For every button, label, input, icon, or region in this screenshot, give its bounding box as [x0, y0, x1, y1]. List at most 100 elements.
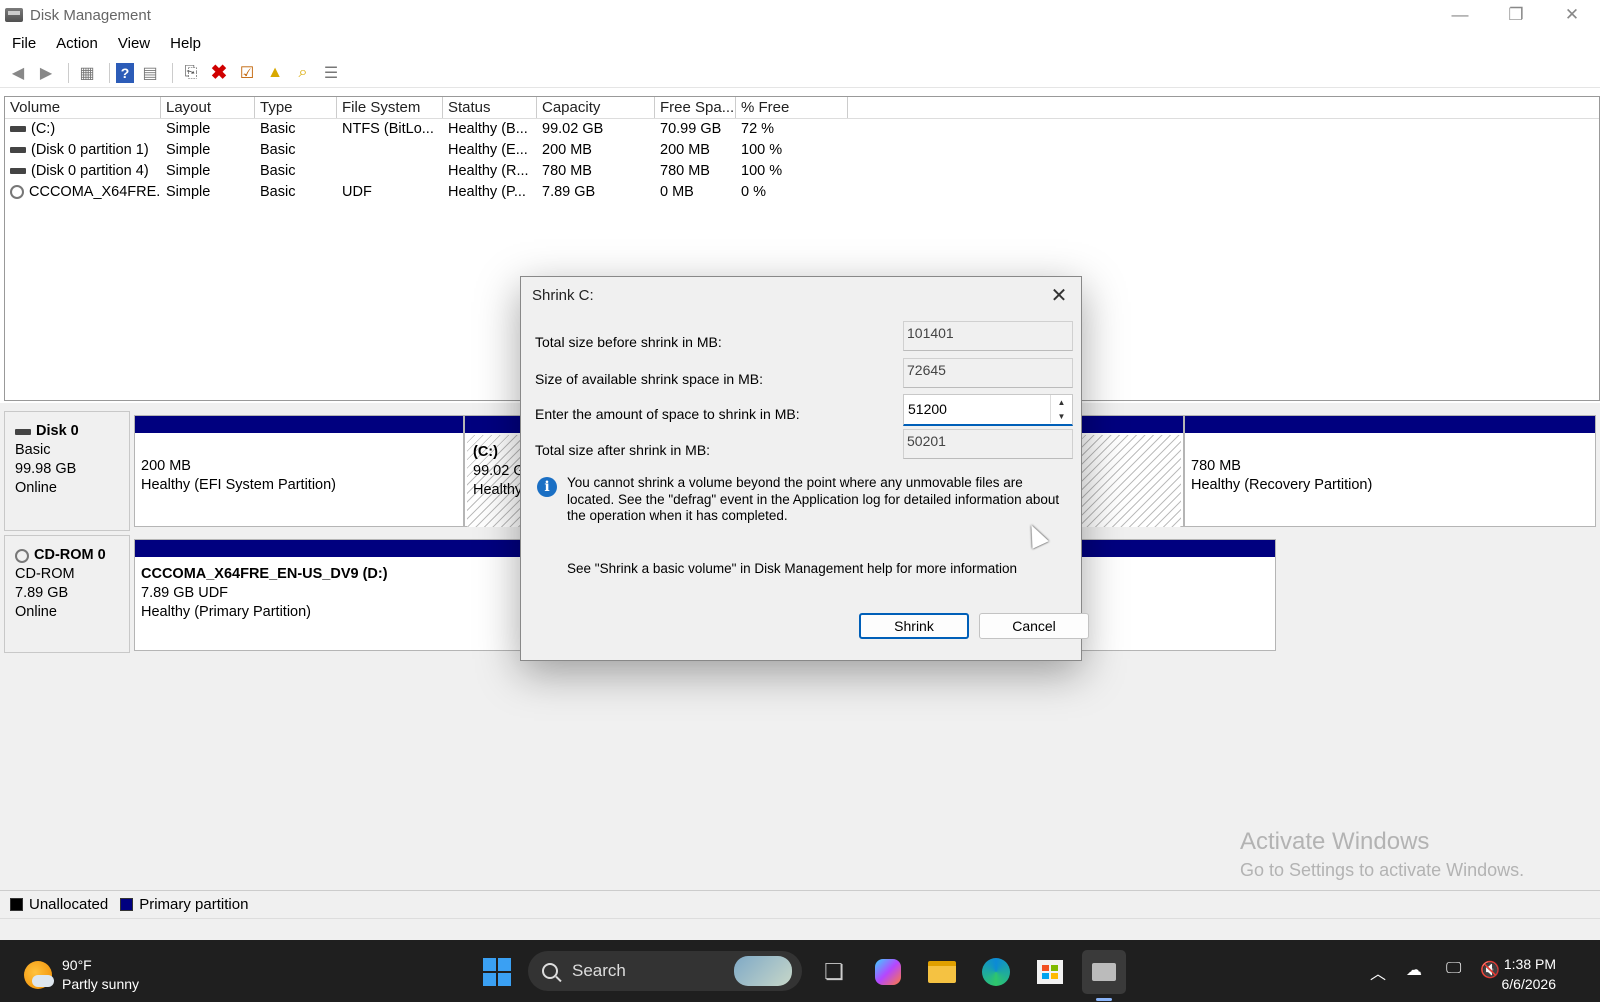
volume-layout: Simple — [166, 121, 211, 137]
table-row[interactable]: (Disk 0 partition 1) Simple Basic Health… — [5, 140, 1599, 161]
windows-logo-icon — [483, 958, 511, 986]
menu-file[interactable]: File — [12, 35, 36, 52]
table-row[interactable]: (Disk 0 partition 4) Simple Basic Health… — [5, 161, 1599, 182]
volume-name: (Disk 0 partition 4) — [31, 163, 149, 179]
column-status[interactable]: Status — [443, 97, 537, 118]
file-explorer-icon[interactable] — [920, 950, 964, 994]
network-icon[interactable]: 🖵 — [1446, 960, 1461, 978]
edge-icon[interactable] — [974, 950, 1018, 994]
volume-free: 780 MB — [660, 163, 710, 179]
disk-management-taskbar-icon[interactable] — [1082, 950, 1126, 994]
column-free-space[interactable]: Free Spa... — [655, 97, 736, 118]
search-folder-icon[interactable]: ⌕ — [291, 61, 315, 85]
volume-layout: Simple — [166, 142, 211, 158]
partition-recovery[interactable]: 780 MB Healthy (Recovery Partition) — [1184, 415, 1596, 527]
volume-pct-free: 100 % — [741, 142, 783, 158]
column-capacity[interactable]: Capacity — [537, 97, 655, 118]
clock-date: 6/6/2026 — [1501, 976, 1557, 992]
volume-free: 70.99 GB — [660, 121, 722, 137]
minimize-button[interactable]: — — [1432, 0, 1488, 30]
search-highlight-image — [734, 956, 792, 986]
folder-up-icon[interactable]: ▲ — [263, 61, 287, 85]
clock-time: 1:38 PM — [1503, 956, 1556, 972]
shrink-amount-input[interactable] — [904, 395, 1044, 423]
spin-down-icon[interactable]: ▼ — [1050, 409, 1072, 423]
volume-layout: Simple — [166, 184, 211, 200]
disk-name: Disk 0 — [36, 423, 79, 439]
disk-state: Online — [15, 480, 57, 496]
dialog-close-button[interactable]: ✕ — [1045, 281, 1073, 309]
disk-size: 99.98 GB — [15, 461, 77, 477]
volume-fs: NTFS (BitLo... — [342, 121, 434, 137]
volume-capacity: 99.02 GB — [542, 121, 604, 137]
menu-bar: File Action View Help — [0, 31, 1600, 55]
table-row[interactable]: CCCOMA_X64FRE... Simple Basic UDF Health… — [5, 182, 1599, 203]
shrink-button[interactable]: Shrink — [859, 613, 969, 639]
active-app-indicator — [1096, 998, 1112, 1001]
forward-icon[interactable]: ▶ — [34, 61, 58, 85]
start-button[interactable] — [475, 950, 519, 994]
weather-desc: Partly sunny — [62, 976, 140, 992]
column-file-system[interactable]: File System — [337, 97, 443, 118]
column-percent-free[interactable]: % Free — [736, 97, 848, 118]
volume-capacity: 7.89 GB — [542, 184, 596, 200]
partition-size: 200 MB — [141, 458, 191, 474]
volume-type: Basic — [260, 121, 296, 137]
legend-unallocated: Unallocated — [29, 896, 109, 913]
table-row[interactable]: (C:) Simple Basic NTFS (BitLo... Healthy… — [5, 119, 1599, 140]
back-icon[interactable]: ◀ — [6, 61, 30, 85]
task-view-icon[interactable]: ❏ — [812, 950, 856, 994]
shrink-amount-stepper[interactable]: ▲ ▼ — [903, 394, 1073, 426]
partition-efi[interactable]: 200 MB Healthy (EFI System Partition) — [134, 415, 464, 527]
clock[interactable]: 1:38 PM 6/6/2026 — [1502, 954, 1557, 994]
show-hide-console-tree-icon[interactable]: ▦ — [75, 61, 99, 85]
cdrom-0-label[interactable]: CD-ROM 0 CD-ROM 7.89 GB Online — [4, 535, 130, 653]
disk-0-label[interactable]: Disk 0 Basic 99.98 GB Online — [4, 411, 130, 531]
volume-fs — [337, 140, 443, 161]
volume-pct-free: 72 % — [741, 121, 775, 137]
list-view-icon[interactable]: ☰ — [319, 61, 343, 85]
column-type[interactable]: Type — [255, 97, 337, 118]
menu-action[interactable]: Action — [56, 35, 98, 52]
volume-status: Healthy (B... — [448, 121, 528, 137]
total-before-field: 101401 — [903, 321, 1073, 351]
spin-up-icon[interactable]: ▲ — [1050, 395, 1072, 409]
properties-icon[interactable]: ▤ — [138, 61, 162, 85]
menu-help[interactable]: Help — [170, 35, 201, 52]
connect-drive-icon[interactable]: ⎘ — [179, 61, 203, 85]
onedrive-icon[interactable]: ☁ — [1406, 960, 1422, 980]
volume-muted-icon[interactable]: 🔇 — [1480, 960, 1500, 980]
show-hidden-icons-icon[interactable]: ︿ — [1370, 960, 1386, 984]
volume-layout: Simple — [166, 163, 211, 179]
total-after-field: 50201 — [903, 429, 1073, 459]
partition-status: Healthy (Recovery Partition) — [1191, 477, 1373, 493]
volume-capacity: 780 MB — [542, 163, 592, 179]
taskbar-search[interactable]: Search — [528, 951, 802, 991]
close-window-button[interactable]: ✕ — [1544, 0, 1600, 30]
help-icon[interactable]: ? — [116, 62, 134, 83]
menu-view[interactable]: View — [118, 35, 150, 52]
legend: Unallocated Primary partition — [0, 890, 1600, 918]
cancel-button[interactable]: Cancel — [979, 613, 1089, 639]
volume-fs: UDF — [342, 184, 372, 200]
check-icon[interactable]: ☑ — [235, 61, 259, 85]
volume-name: CCCOMA_X64FRE... — [29, 184, 161, 200]
restore-button[interactable]: ❐ — [1488, 0, 1544, 30]
title-bar: Disk Management — ❐ ✕ — [0, 0, 1600, 30]
volume-free: 200 MB — [660, 142, 710, 158]
dialog-title: Shrink C: — [532, 286, 594, 304]
help-message: See "Shrink a basic volume" in Disk Mana… — [567, 561, 1018, 576]
delete-icon[interactable]: ✖ — [207, 61, 231, 85]
volume-free: 0 MB — [660, 184, 694, 200]
disk-name: CD-ROM 0 — [34, 547, 106, 563]
toolbar: ◀ ▶ ▦ ? ▤ ⎘ ✖ ☑ ▲ ⌕ ☰ — [0, 58, 1600, 88]
volume-type: Basic — [260, 184, 296, 200]
weather-widget[interactable]: 90°F Partly sunny — [24, 956, 139, 994]
column-volume[interactable]: Volume — [5, 97, 161, 118]
watermark-subtitle: Go to Settings to activate Windows. — [1240, 860, 1525, 880]
column-layout[interactable]: Layout — [161, 97, 255, 118]
volume-status: Healthy (P... — [448, 184, 526, 200]
copilot-icon[interactable] — [866, 950, 910, 994]
window-title: Disk Management — [30, 6, 151, 24]
store-icon[interactable] — [1028, 950, 1072, 994]
